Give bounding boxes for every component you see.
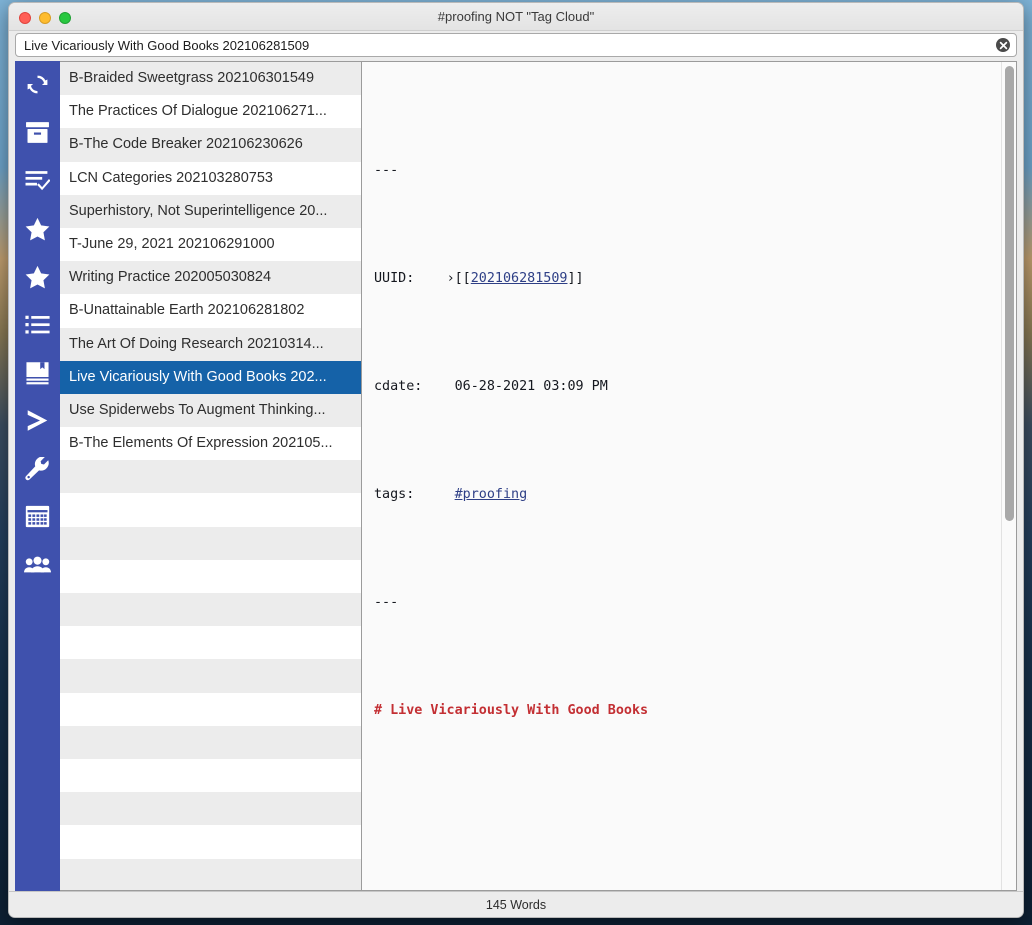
note-list-item[interactable]: B-The Elements Of Expression 202105... — [60, 427, 361, 461]
note-list-item-label: Superhistory, Not Superintelligence 20..… — [69, 202, 328, 219]
note-list-empty-row — [60, 825, 361, 859]
frontmatter-open: --- — [374, 163, 399, 178]
uuid-key: UUID: — [374, 271, 415, 286]
note-list-item[interactable]: B-Unattainable Earth 202106281802 — [60, 294, 361, 328]
note-list-item[interactable]: Superhistory, Not Superintelligence 20..… — [60, 194, 361, 228]
word-count: 145 Words — [485, 897, 547, 912]
note-list-empty-row — [60, 460, 361, 494]
note-list-item-label: The Practices Of Dialogue 202106271... — [69, 103, 327, 120]
note-heading: # Live Vicariously With Good Books — [374, 703, 649, 718]
tag-link[interactable]: #proofing — [455, 487, 528, 502]
note-list[interactable]: B-Braided Sweetgrass 202106301549 The Pra… — [60, 61, 362, 891]
note-list-empty-row — [60, 526, 361, 560]
note-list-item-label: B-The Code Breaker 202106230626 — [69, 136, 303, 153]
icon-rail — [15, 61, 60, 891]
note-list-item-label: LCN Categories 202103280753 — [69, 169, 273, 186]
note-list-item[interactable]: B-Braided Sweetgrass 202106301549 — [60, 62, 361, 96]
note-list-item-label: Use Spiderwebs To Augment Thinking... — [69, 401, 326, 418]
blank-1 — [374, 805, 983, 832]
main-body: B-Braided Sweetgrass 202106301549 The Pra… — [9, 61, 1023, 891]
book-icon[interactable] — [23, 359, 53, 386]
note-list-item[interactable]: Live Vicariously With Good Books 202... — [60, 360, 361, 394]
note-list-item[interactable]: B-The Code Breaker 202106230626 — [60, 128, 361, 162]
note-list-empty-row — [60, 725, 361, 759]
note-list-item[interactable]: LCN Categories 202103280753 — [60, 161, 361, 195]
note-list-empty-row — [60, 593, 361, 627]
note-list-empty-row — [60, 792, 361, 826]
note-list-item-label: Writing Practice 202005030824 — [69, 269, 272, 286]
note-list-item-label: B-The Elements Of Expression 202105... — [69, 435, 333, 452]
note-list-empty-row — [60, 559, 361, 593]
tags-line: tags: #proofing — [374, 481, 983, 508]
status-bar: 145 Words — [9, 891, 1023, 917]
uuid-bracket-close: ]] — [567, 271, 584, 286]
star-alt-icon[interactable] — [23, 263, 53, 290]
editor-scrollbar[interactable] — [1001, 62, 1016, 890]
frontmatter-close: --- — [374, 595, 399, 610]
note-list-item[interactable]: The Practices Of Dialogue 202106271... — [60, 95, 361, 129]
cdate-spacer — [422, 379, 454, 394]
calendar-icon[interactable] — [23, 503, 53, 530]
star-icon[interactable] — [23, 215, 53, 242]
tags-spacer — [414, 487, 454, 502]
chevron-right-icon[interactable] — [23, 407, 53, 434]
note-list-item-label: B-Braided Sweetgrass 202106301549 — [69, 70, 315, 87]
uuid-arrow: › — [446, 271, 455, 286]
uuid-spacer — [414, 271, 446, 286]
note-list-empty-row — [60, 626, 361, 660]
note-list-item[interactable]: Use Spiderwebs To Augment Thinking... — [60, 393, 361, 428]
note-list-empty-row — [60, 659, 361, 693]
note-list-item[interactable]: T-June 29, 2021 202106291000 — [60, 227, 361, 262]
note-list-empty-row — [60, 692, 361, 726]
people-icon[interactable] — [23, 551, 53, 578]
search-input[interactable] — [16, 34, 1016, 56]
note-editor[interactable]: --- UUID: ›[[202106281509]] cdate: 06-28… — [362, 62, 1001, 890]
note-list-item-label: B-Unattainable Earth 202106281802 — [69, 302, 305, 319]
note-list-item-label: The Art Of Doing Research 20210314... — [69, 335, 324, 352]
uuid-line: UUID: ›[[202106281509]] — [374, 265, 983, 292]
editor-scrollbar-thumb[interactable] — [1005, 66, 1014, 521]
clear-search-icon[interactable] — [996, 38, 1010, 52]
cdate-value: 06-28-2021 03:09 PM — [454, 379, 608, 394]
uuid-bracket-open: [[ — [454, 271, 471, 286]
archive-icon[interactable] — [23, 119, 53, 146]
note-list-empty-row — [60, 493, 361, 527]
uuid-link[interactable]: 202106281509 — [471, 271, 568, 286]
tasks-icon[interactable] — [23, 167, 53, 194]
editor-pane: --- UUID: ›[[202106281509]] cdate: 06-28… — [362, 61, 1017, 891]
tags-key: tags: — [374, 487, 415, 502]
sync-icon[interactable] — [23, 71, 53, 98]
list-icon[interactable] — [23, 311, 53, 338]
search-field-wrapper[interactable] — [15, 33, 1017, 57]
note-list-item-label: T-June 29, 2021 202106291000 — [69, 236, 275, 253]
wrench-icon[interactable] — [23, 455, 53, 482]
note-list-item[interactable]: The Art Of Doing Research 20210314... — [60, 327, 361, 361]
window-title: #proofing NOT "Tag Cloud" — [437, 9, 595, 24]
cdate-line: cdate: 06-28-2021 03:09 PM — [374, 373, 983, 400]
cdate-key: cdate: — [374, 379, 423, 394]
note-list-empty-row — [60, 858, 361, 890]
title-bar: #proofing NOT "Tag Cloud" — [9, 3, 1023, 31]
note-list-item[interactable]: Writing Practice 202005030824 — [60, 261, 361, 295]
note-list-empty-row — [60, 758, 361, 793]
search-bar — [9, 31, 1023, 61]
app-window: #proofing NOT "Tag Cloud" Live Vicarious… — [8, 2, 1024, 918]
note-list-item-label: Live Vicariously With Good Books 202... — [69, 368, 327, 385]
